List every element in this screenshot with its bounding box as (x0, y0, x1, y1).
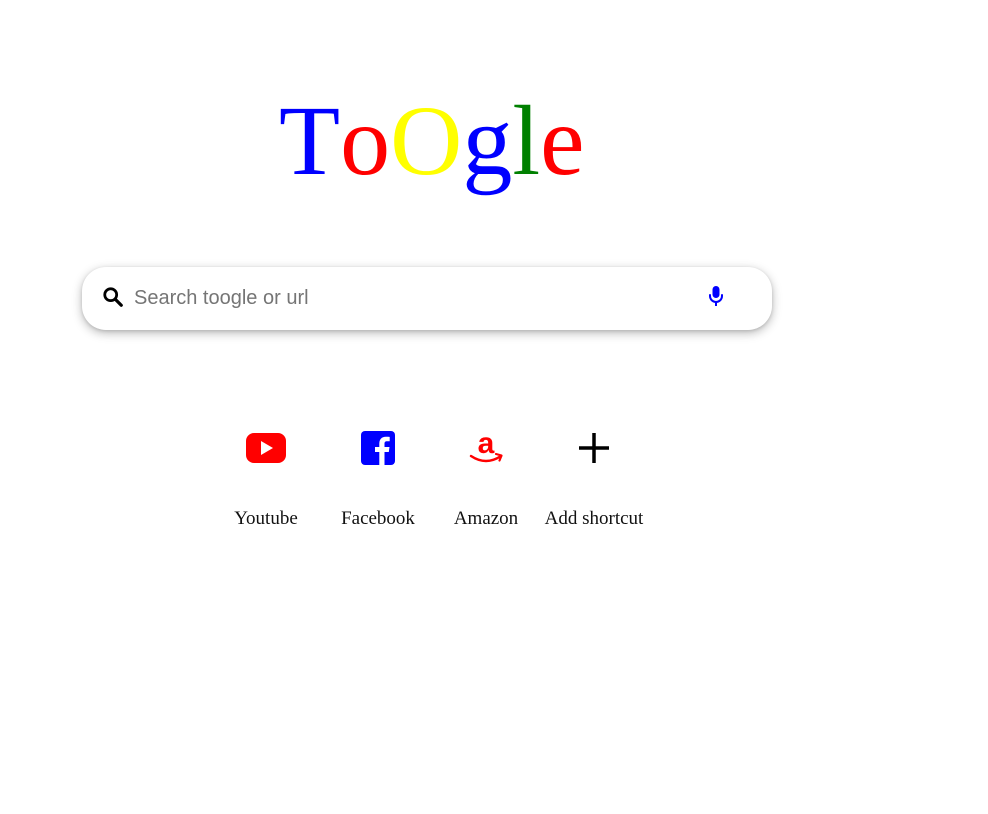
microphone-icon[interactable] (708, 285, 724, 307)
shortcut-add[interactable]: Add shortcut (539, 423, 649, 543)
facebook-icon (361, 431, 395, 465)
shortcut-label: Add shortcut (544, 508, 644, 529)
search-bar[interactable] (82, 267, 772, 330)
logo-letter-3: O (390, 85, 463, 196)
shortcut-icon-wrap (539, 423, 649, 473)
toogle-logo: ToOgle (279, 86, 585, 196)
logo-letter-2: o (340, 85, 391, 196)
logo-letter-1: T (279, 85, 341, 196)
plus-icon (579, 433, 609, 463)
shortcut-icon-wrap (211, 423, 321, 473)
logo-letter-6: e (540, 85, 585, 196)
amazon-icon: a (469, 429, 503, 463)
shortcut-icon-wrap (323, 423, 433, 473)
logo-letter-4: g (462, 85, 513, 196)
shortcut-icon-wrap: a (431, 423, 541, 473)
search-input[interactable] (134, 281, 694, 315)
youtube-icon (246, 433, 286, 463)
logo-letter-5: l (512, 85, 541, 196)
svg-text:a: a (478, 429, 495, 460)
search-icon[interactable] (102, 286, 124, 308)
